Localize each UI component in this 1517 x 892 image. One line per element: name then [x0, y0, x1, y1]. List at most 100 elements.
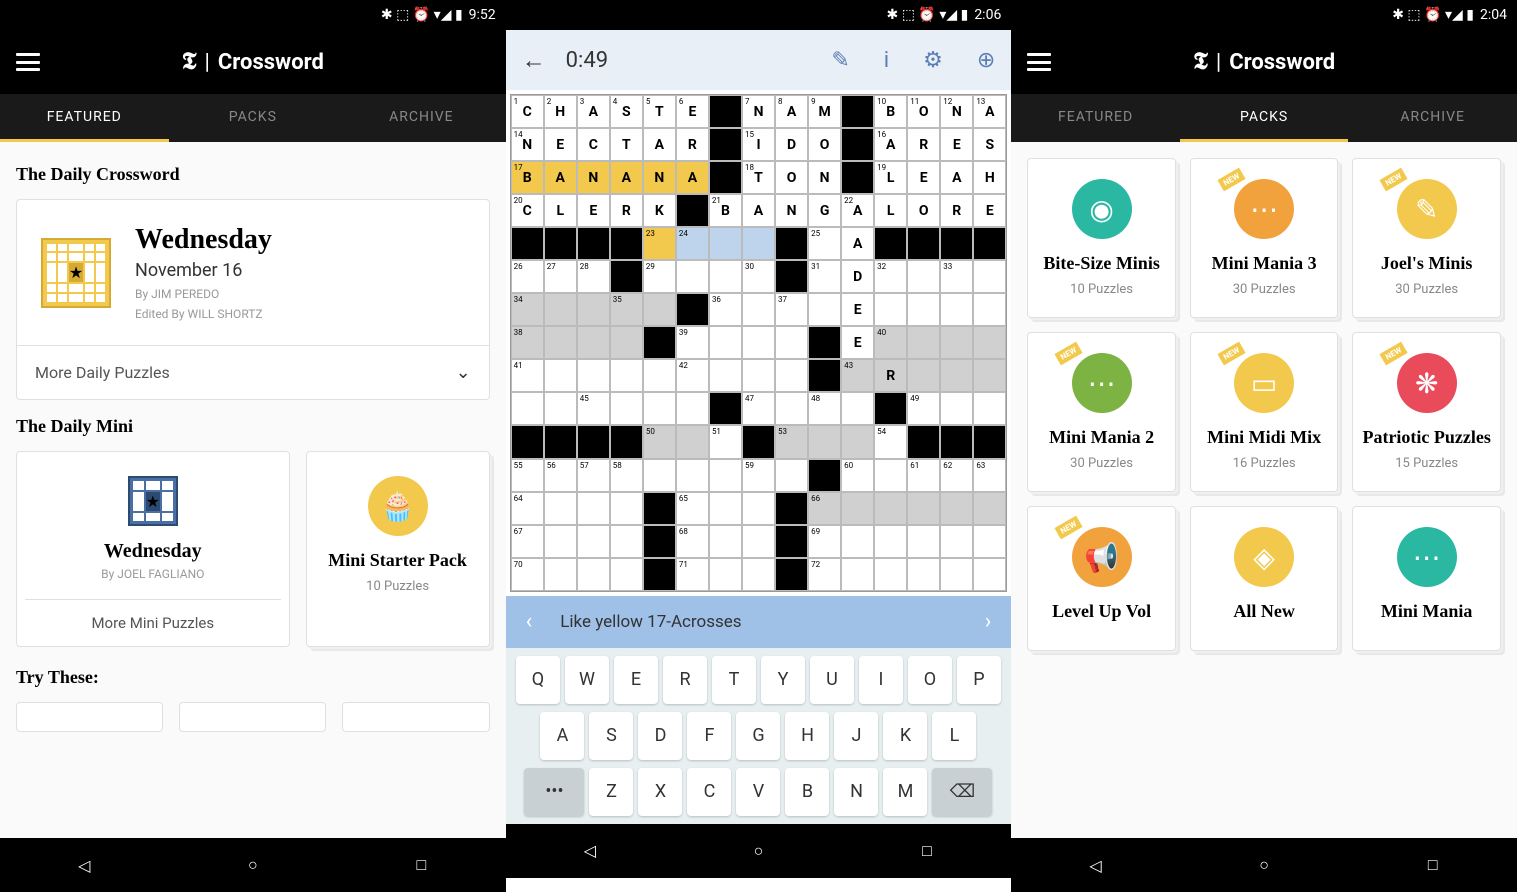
grid-cell[interactable]	[940, 525, 973, 558]
grid-cell[interactable]	[973, 392, 1006, 425]
grid-cell[interactable]: 53	[775, 425, 808, 458]
grid-cell[interactable]	[742, 525, 775, 558]
grid-cell[interactable]: 32	[874, 260, 907, 293]
more-mini-puzzles[interactable]: More Mini Puzzles	[25, 599, 281, 646]
grid-cell[interactable]: 62	[940, 459, 973, 492]
grid-cell[interactable]: 16A	[874, 128, 907, 161]
tab-packs[interactable]: PACKS	[1180, 94, 1349, 142]
key-Q[interactable]: Q	[516, 656, 560, 704]
grid-cell[interactable]	[775, 326, 808, 359]
grid-cell[interactable]	[610, 326, 643, 359]
grid-cell[interactable]: 66	[808, 492, 841, 525]
grid-cell[interactable]: 38	[511, 326, 544, 359]
key-H[interactable]: H	[785, 712, 829, 760]
grid-cell[interactable]	[610, 525, 643, 558]
grid-cell[interactable]: 61	[907, 459, 940, 492]
tab-packs[interactable]: PACKS	[169, 94, 338, 142]
grid-cell[interactable]	[709, 525, 742, 558]
grid-cell[interactable]	[610, 558, 643, 591]
grid-cell[interactable]: 9M	[808, 95, 841, 128]
grid-cell[interactable]: 19L	[874, 161, 907, 194]
grid-cell[interactable]: 55	[511, 459, 544, 492]
key-L[interactable]: L	[932, 712, 976, 760]
grid-cell[interactable]: 24	[676, 227, 709, 260]
grid-cell[interactable]: D	[841, 260, 874, 293]
key-M[interactable]: M	[883, 768, 927, 816]
grid-cell[interactable]: 17B	[511, 161, 544, 194]
grid-cell[interactable]	[775, 392, 808, 425]
grid-cell[interactable]: O	[907, 194, 940, 227]
grid-cell[interactable]: 64	[511, 492, 544, 525]
grid-cell[interactable]: 25	[808, 227, 841, 260]
grid-cell[interactable]	[940, 392, 973, 425]
grid-cell[interactable]: 58	[610, 459, 643, 492]
grid-cell[interactable]: 23	[643, 227, 676, 260]
tab-featured[interactable]: FEATURED	[1011, 94, 1180, 142]
grid-cell[interactable]: D	[775, 128, 808, 161]
grid-cell[interactable]	[907, 293, 940, 326]
grid-cell[interactable]: O	[775, 161, 808, 194]
grid-cell[interactable]: 65	[676, 492, 709, 525]
grid-cell[interactable]	[742, 359, 775, 392]
key-W[interactable]: W	[565, 656, 609, 704]
back-arrow-icon[interactable]: ←	[522, 46, 546, 75]
grid-cell[interactable]: G	[808, 194, 841, 227]
grid-cell[interactable]	[742, 293, 775, 326]
grid-cell[interactable]: E	[973, 194, 1006, 227]
grid-cell[interactable]	[610, 492, 643, 525]
grid-cell[interactable]	[808, 425, 841, 458]
tab-archive[interactable]: ARCHIVE	[1348, 94, 1517, 142]
grid-cell[interactable]: E	[907, 161, 940, 194]
grid-cell[interactable]: 31	[808, 260, 841, 293]
daily-mini-card[interactable]: ★ Wednesday By JOEL FAGLIANO More Mini P…	[16, 451, 290, 647]
grid-cell[interactable]: 70	[511, 558, 544, 591]
grid-cell[interactable]	[544, 293, 577, 326]
key-T[interactable]: T	[712, 656, 756, 704]
grid-cell[interactable]	[841, 558, 874, 591]
grid-cell[interactable]: 6E	[676, 95, 709, 128]
grid-cell[interactable]: E	[841, 326, 874, 359]
pack-card[interactable]: NEW⋯Mini Mania 330 Puzzles	[1190, 158, 1339, 318]
grid-cell[interactable]	[973, 260, 1006, 293]
key-R[interactable]: R	[663, 656, 707, 704]
grid-cell[interactable]	[610, 359, 643, 392]
grid-cell[interactable]	[907, 525, 940, 558]
key-D[interactable]: D	[638, 712, 682, 760]
grid-cell[interactable]: A	[544, 161, 577, 194]
grid-cell[interactable]: 57	[577, 459, 610, 492]
grid-cell[interactable]	[874, 293, 907, 326]
grid-cell[interactable]	[643, 293, 676, 326]
pencil-icon[interactable]: ✎	[831, 48, 849, 73]
grid-cell[interactable]: 63	[973, 459, 1006, 492]
grid-cell[interactable]	[544, 359, 577, 392]
grid-cell[interactable]: 41	[511, 359, 544, 392]
grid-cell[interactable]: 14N	[511, 128, 544, 161]
grid-cell[interactable]	[907, 492, 940, 525]
grid-cell[interactable]: R	[676, 128, 709, 161]
grid-cell[interactable]	[742, 326, 775, 359]
info-icon[interactable]: i	[884, 48, 889, 73]
key-B[interactable]: B	[785, 768, 829, 816]
grid-cell[interactable]: 10B	[874, 95, 907, 128]
key-Z[interactable]: Z	[589, 768, 633, 816]
key-V[interactable]: V	[736, 768, 780, 816]
home-button[interactable]: ○	[233, 845, 273, 885]
grid-cell[interactable]	[940, 492, 973, 525]
pack-card[interactable]: NEW📢Level Up Vol	[1027, 506, 1176, 651]
grid-cell[interactable]: R	[874, 359, 907, 392]
key-A[interactable]: A	[540, 712, 584, 760]
grid-cell[interactable]	[940, 359, 973, 392]
grid-cell[interactable]: A	[610, 161, 643, 194]
grid-cell[interactable]	[544, 558, 577, 591]
grid-cell[interactable]: 13A	[973, 95, 1006, 128]
grid-cell[interactable]	[742, 558, 775, 591]
pack-card[interactable]: NEW✎Joel's Minis30 Puzzles	[1352, 158, 1501, 318]
grid-cell[interactable]	[874, 459, 907, 492]
grid-cell[interactable]: 26	[511, 260, 544, 293]
grid-cell[interactable]	[610, 392, 643, 425]
grid-cell[interactable]: A	[643, 128, 676, 161]
grid-cell[interactable]	[841, 525, 874, 558]
grid-cell[interactable]: C	[577, 128, 610, 161]
pack-card[interactable]: ◈All New	[1190, 506, 1339, 651]
grid-cell[interactable]	[907, 260, 940, 293]
